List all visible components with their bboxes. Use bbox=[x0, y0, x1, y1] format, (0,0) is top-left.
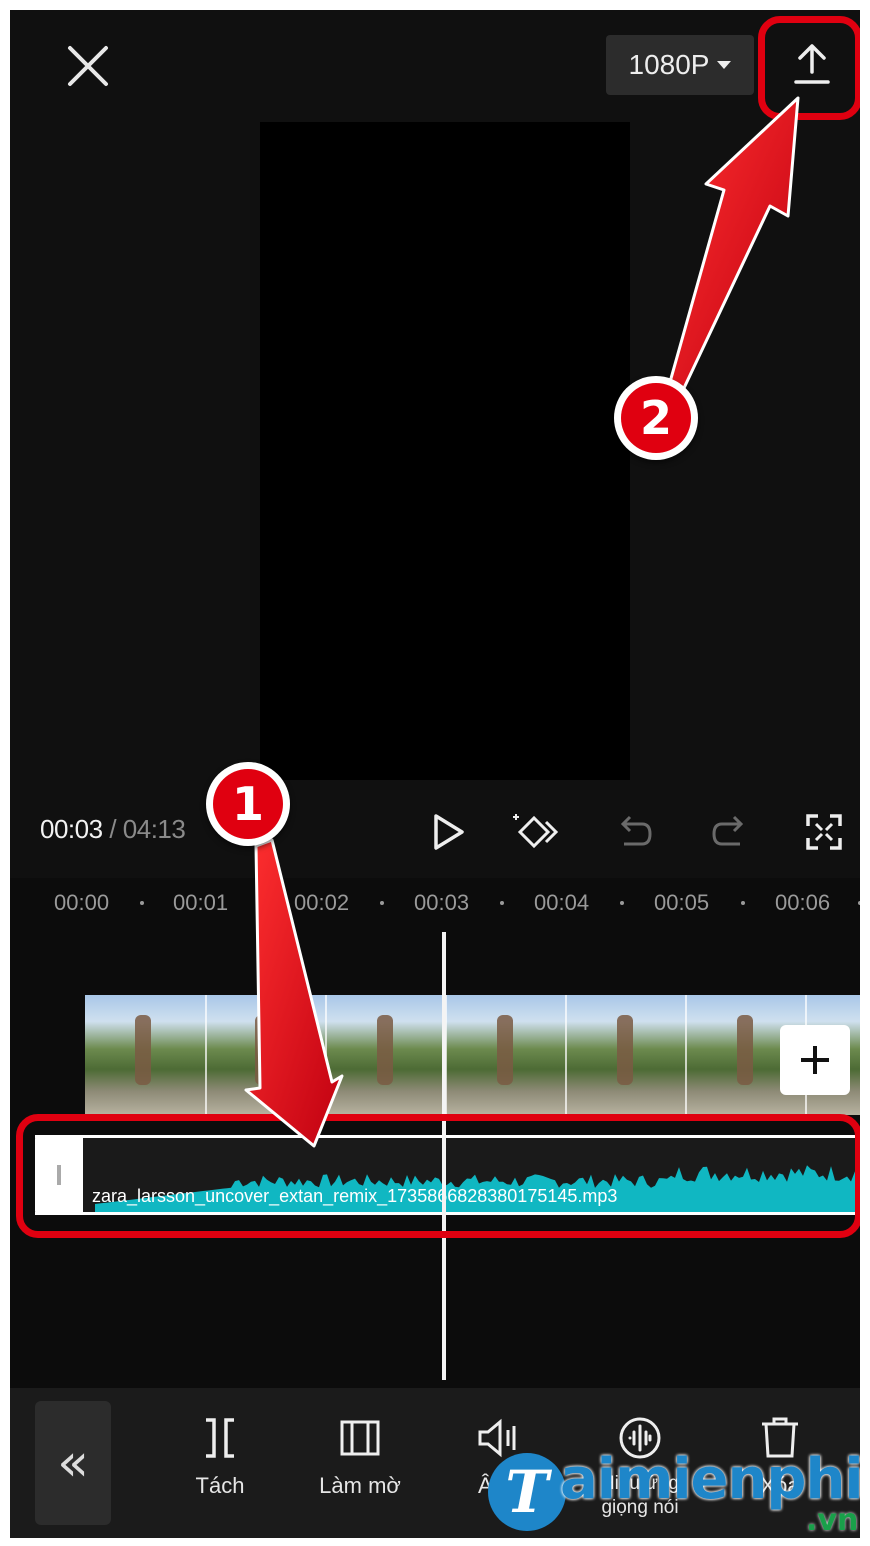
tool-label: Làm mờ bbox=[319, 1473, 401, 1498]
video-preview[interactable] bbox=[260, 122, 630, 780]
ruler-dot bbox=[140, 901, 144, 905]
close-button[interactable] bbox=[58, 36, 118, 96]
undo-button[interactable] bbox=[606, 806, 662, 858]
step-badge-2: 2 bbox=[614, 376, 698, 460]
frame-divider bbox=[685, 995, 687, 1115]
ruler-tick: 00:02 bbox=[294, 890, 350, 915]
watermark-logo: T aimienphi .vn bbox=[488, 1445, 864, 1545]
plus-icon bbox=[801, 1046, 829, 1074]
redo-button[interactable] bbox=[702, 806, 758, 858]
fade-icon bbox=[340, 1420, 380, 1456]
collapse-button[interactable]: « bbox=[35, 1401, 111, 1525]
ruler-dot bbox=[380, 901, 384, 905]
app-screen: 1080P 00:03 / 04:13 00:00 00:01 00:02 00… bbox=[10, 10, 860, 1538]
frame-subject bbox=[377, 1015, 393, 1085]
ruler-tick: 00:03 bbox=[414, 890, 470, 915]
frame-subject bbox=[737, 1015, 753, 1085]
ruler-dot bbox=[260, 901, 264, 905]
close-icon bbox=[68, 46, 108, 86]
resolution-dropdown[interactable]: 1080P bbox=[606, 35, 754, 95]
step-badge-1: 1 bbox=[206, 762, 290, 846]
timeline-ruler[interactable]: 00:00 00:01 00:02 00:03 00:04 00:05 00:0… bbox=[10, 878, 860, 928]
audio-track-highlight bbox=[16, 1114, 860, 1238]
ruler-tick: 00:01 bbox=[173, 890, 229, 915]
video-clip-track[interactable] bbox=[85, 995, 860, 1115]
caret-down-icon bbox=[717, 61, 732, 69]
fullscreen-button[interactable] bbox=[796, 806, 852, 858]
play-button[interactable] bbox=[420, 806, 476, 858]
frame-subject bbox=[135, 1015, 151, 1085]
redo-icon bbox=[712, 815, 744, 846]
frame-divider bbox=[565, 995, 567, 1115]
ruler-dot bbox=[620, 901, 624, 905]
ruler-dot bbox=[500, 901, 504, 905]
time-separator: / bbox=[109, 814, 117, 844]
tool-split[interactable]: Tách bbox=[160, 1408, 280, 1500]
resolution-label: 1080P bbox=[628, 49, 710, 80]
export-highlight bbox=[758, 16, 860, 120]
step-number: 2 bbox=[621, 383, 691, 453]
keyframe-button[interactable] bbox=[508, 806, 564, 858]
total-time: 04:13 bbox=[122, 814, 186, 844]
add-clip-button[interactable] bbox=[780, 1025, 850, 1095]
frame-subject bbox=[497, 1015, 513, 1085]
keyframe-icon bbox=[513, 814, 559, 849]
ruler-tick: 00:06 bbox=[775, 890, 831, 915]
arrow-2 bbox=[668, 96, 800, 390]
undo-icon bbox=[620, 815, 652, 846]
split-icon bbox=[206, 1418, 234, 1458]
fullscreen-icon bbox=[806, 814, 842, 850]
ruler-dot bbox=[858, 901, 860, 905]
ruler-tick: 00:00 bbox=[54, 890, 110, 915]
tool-fade[interactable]: Làm mờ bbox=[300, 1408, 420, 1500]
frame-divider bbox=[205, 995, 207, 1115]
frame-subject bbox=[617, 1015, 633, 1085]
watermark-tld: .vn bbox=[806, 1503, 859, 1538]
ruler-dot bbox=[741, 901, 745, 905]
ruler-tick: 00:04 bbox=[534, 890, 590, 915]
timecode: 00:03 / 04:13 bbox=[40, 814, 186, 845]
step-number: 1 bbox=[213, 769, 283, 839]
frame-divider bbox=[325, 995, 327, 1115]
current-time: 00:03 bbox=[40, 814, 103, 844]
tool-label: Tách bbox=[195, 1473, 245, 1498]
play-icon bbox=[434, 814, 464, 850]
frame-subject bbox=[255, 1015, 271, 1085]
watermark-letter: T bbox=[488, 1453, 566, 1531]
ruler-tick: 00:05 bbox=[654, 890, 710, 915]
